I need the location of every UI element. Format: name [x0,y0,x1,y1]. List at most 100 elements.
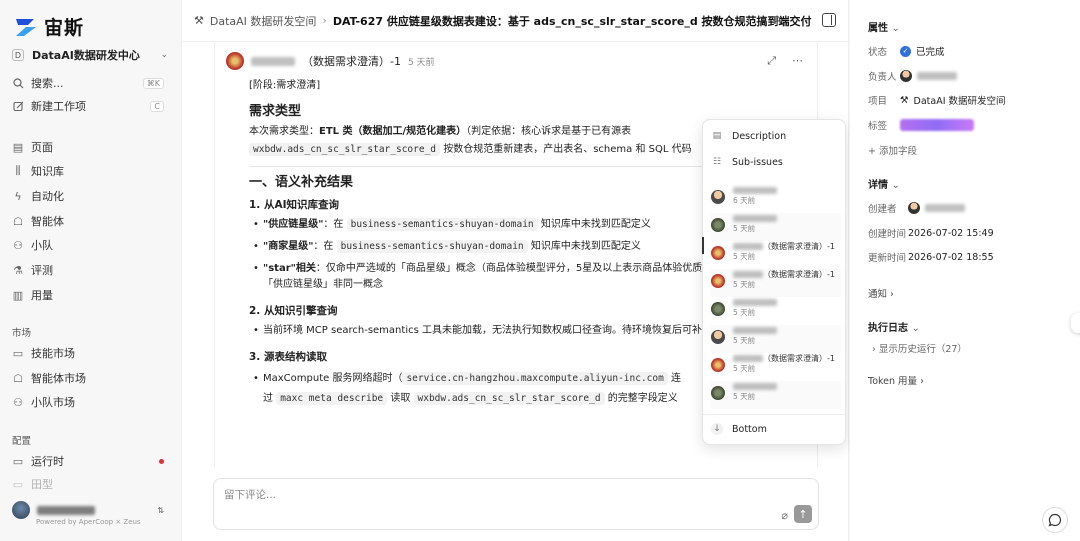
sidebar-item-label: 用量 [31,289,53,302]
comment-time: 5 天前 [407,57,435,68]
sidebar-item-skill-market[interactable]: ▭ 技能市场 [12,343,164,363]
prop-key: 项目 [868,96,888,107]
prop-tags[interactable]: 标签 [868,117,1068,133]
outline-comment-time: 5 天前 [733,224,756,233]
outline-comment-time: 5 天前 [733,252,756,261]
text: MaxCompute 服务网络超时（ [263,373,403,384]
brand-logo[interactable]: 宙斯 [14,13,84,40]
exec-log-toggle[interactable]: 执行日志 ⌄ [868,319,920,334]
list-icon: ☷ [712,157,722,167]
arrow-down-icon: ↓ [711,423,723,435]
outline-comment-item[interactable]: 5 天前 [711,325,841,353]
sidebar-item-automation[interactable]: ϟ 自动化 [12,186,164,206]
comment-tools: ⤢ ⋯ [767,54,803,68]
outline-bottom[interactable]: ↓ Bottom [711,418,839,440]
sidebar: 宙斯 D DataAI数据研发中心 ⌄ 搜索... ⌘K 新建工作项 C ▤ 页面… [0,0,180,541]
avatar [900,70,912,82]
chat-button[interactable] [1042,507,1068,533]
code-inline: service.cn-hangzhou.maxcompute.aliyun-in… [402,372,668,385]
avatar [711,386,725,400]
workspace-switcher[interactable]: D DataAI数据研发中心 ⌄ [12,46,168,64]
user-name-redacted [37,505,95,515]
comment-composer[interactable]: 留下评论... ⌀ ↑ [213,478,819,530]
pin-icon[interactable]: ⚲ [770,13,784,27]
notify-toggle[interactable]: 通知 › [868,286,894,300]
user-menu[interactable]: ⇅ [12,500,164,520]
text: ：在 [323,219,344,230]
sidebar-item-agent-market[interactable]: ☖ 智能体市场 [12,368,164,388]
author-name-redacted [251,56,295,66]
alert-dot [159,458,164,464]
chat-bubble-icon [1048,513,1062,527]
send-button[interactable]: ↑ [794,505,812,523]
code-inline: wxbdw.ads_cn_sc_slr_star_score_d [249,143,441,156]
outline-comment-item[interactable]: （数据需求澄清）-1 5 天前 [711,241,841,269]
sidebar-item-squad-market[interactable]: ⚇ 小队市场 [12,392,164,412]
sidebar-item-label: 自动化 [31,190,64,203]
floating-assistant-tab[interactable] [1071,313,1080,333]
attach-icon[interactable]: ⌀ [781,509,788,522]
prop-creator: 创建者 [868,200,1068,216]
bar-chart-icon: ▥ [12,288,24,302]
comment-author-suffix: （数据需求澄清）-1 [302,55,401,68]
outline-comment-time: 5 天前 [733,280,756,289]
outline-comment-item[interactable]: 5 天前 [711,213,841,241]
brand-name: 宙斯 [44,17,85,39]
outline-comment-item[interactable]: 5 天前 [711,381,841,409]
document-icon: ▤ [712,131,722,141]
bolt-icon: ϟ [14,189,22,203]
more-icon[interactable]: ⋯ [796,13,810,27]
sidebar-item-usage[interactable]: ▥ 用量 [12,285,164,305]
details-toggle[interactable]: 详情 ⌄ [868,176,900,191]
notify-label: 通知 [868,289,888,300]
outline-comment-title: （数据需求澄清）-1 [763,354,835,363]
attributes-toggle[interactable]: 属性 ⌄ [868,19,900,34]
token-usage-toggle[interactable]: Token 用量 › [868,373,924,387]
section-label: 执行日志 [868,323,908,334]
outline-subissues[interactable]: ☷ Sub-issues [711,151,839,173]
outline-comment-item[interactable]: （数据需求澄清）-1 5 天前 [711,269,841,297]
outline-comment-item[interactable]: 6 天前 [711,185,841,213]
workspace-badge: D [12,49,24,61]
outline-comment-item[interactable]: （数据需求澄清）-1 5 天前 [711,353,841,381]
expand-icon[interactable]: ⤢ [767,54,776,68]
author-name-redacted [733,187,777,194]
new-work-item-button[interactable]: 新建工作项 C [12,96,164,116]
sidebar-item-label: 智能体 [31,215,64,228]
outline-subissues-label: Sub-issues [732,156,783,168]
sidebar-item-partial[interactable]: ▭ 田型 [12,474,164,494]
strong-text: "商家星级" [263,241,314,252]
text: 本次需求类型： [249,126,319,137]
add-field-button[interactable]: + 添加字段 [868,143,917,157]
chevron-right-icon: › [920,376,924,387]
sidebar-item-agents[interactable]: ☖ 智能体 [12,211,164,231]
breadcrumb: ⚒ DataAI 数据研发空间 › DAT-627 供应链星级数据表建设：基于 … [182,0,850,42]
prop-key: 状态 [868,47,888,58]
show-history-button[interactable]: › 显示历史运行（27） [872,341,967,355]
search-icon [12,77,24,89]
sidebar-toggle-icon[interactable] [822,13,836,27]
sidebar-item-runtime[interactable]: ▭ 运行时 [12,451,164,471]
outline-description[interactable]: ▤ Description [711,125,839,147]
powered-by: Powered by AperCoop × Zeus [36,518,141,526]
outline-comment-list[interactable]: 6 天前 5 天前 （数据需求澄清）-1 5 天前 （数据需求澄清）-1 5 天前 5 天前… [703,183,847,413]
robot-icon: ☖ [13,214,23,228]
prop-key: 创建者 [868,204,897,215]
prop-key: 更新时间 [868,253,907,264]
outline-comment-item[interactable]: 5 天前 [711,297,841,325]
text: 读取 [390,393,411,404]
more-icon[interactable]: ⋯ [792,54,803,68]
outline-active-marker [702,237,704,254]
prop-project[interactable]: 项目 ⚒ DataAI 数据研发空间 [868,92,1068,108]
breadcrumb-space[interactable]: DataAI 数据研发空间 [210,13,317,29]
sidebar-item-squad[interactable]: ⚇ 小队 [12,235,164,255]
new-work-item-label: 新建工作项 [31,100,86,113]
prop-owner[interactable]: 负责人 [868,68,1068,84]
sidebar-item-pages[interactable]: ▤ 页面 [12,137,164,157]
sidebar-item-knowledge[interactable]: ⫼ 知识库 [12,161,164,181]
search-button[interactable]: 搜索... ⌘K [12,73,164,93]
market-section-title: 市场 [12,328,32,339]
code-inline: business-semantics-shuyan-domain [336,240,528,253]
sidebar-item-eval[interactable]: ⚗ 评测 [12,260,164,280]
prop-status[interactable]: 状态 ✓ 已完成 [868,43,1068,59]
